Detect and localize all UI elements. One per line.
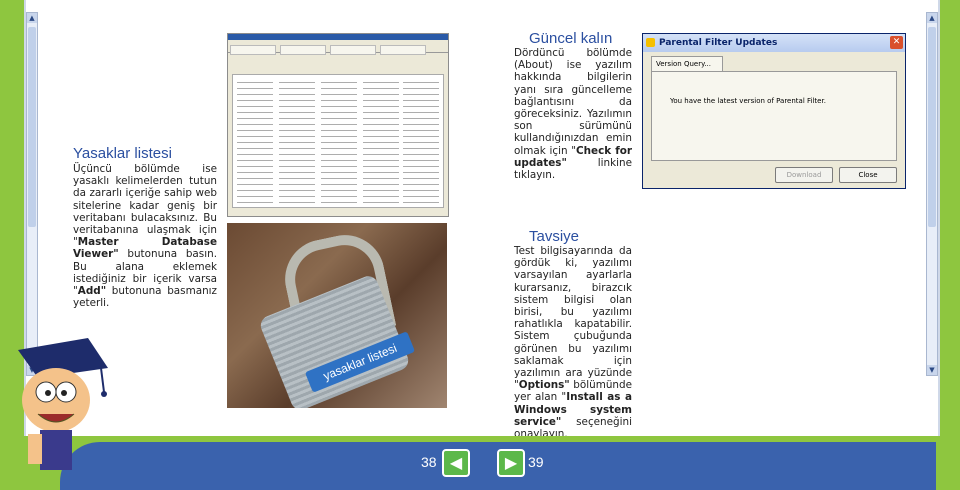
section-title-blacklist: Yasaklar listesi [73,145,172,162]
page-number-right: 39 [528,454,544,470]
section-body-tip: Test bilgisayarında da gördük ki, yazılı… [514,245,632,441]
close-button[interactable]: Close [839,167,897,183]
scroll-up-icon[interactable]: ▲ [27,13,37,23]
padlock-photo: yasaklar listesi [227,223,447,408]
section-title-update: Güncel kalın [529,30,613,47]
section-body-update: Dördüncü bölümde (About) ise yazılım hak… [514,47,632,182]
mascot-illustration [18,338,108,470]
dialog-title-bar: Parental Filter Updates ✕ [643,34,905,52]
database-viewer-screenshot [227,33,449,217]
scroll-down-icon[interactable]: ▼ [927,365,937,375]
section-title-tip: Tavsiye [529,228,580,245]
right-scrollbar[interactable]: ▲ ▼ [926,12,938,376]
app-icon [646,38,655,47]
close-icon[interactable]: ✕ [890,36,903,49]
dialog-panel: You have the latest version of Parental … [651,71,897,161]
arrow-left-icon[interactable]: ◀ [442,449,470,477]
left-scrollbar[interactable]: ▲ ▼ [26,12,38,376]
scroll-up-icon[interactable]: ▲ [927,13,937,23]
parental-filter-updates-dialog: Parental Filter Updates ✕ Version Query.… [642,33,906,189]
dialog-message: You have the latest version of Parental … [670,97,826,105]
page-number-left: 38 [421,454,437,470]
tab-version-query[interactable]: Version Query... [651,56,723,71]
dialog-title: Parental Filter Updates [659,38,778,48]
section-body-blacklist: Üçüncü bölümde ise yasaklı kelimelerden … [73,163,217,310]
arrow-right-icon[interactable]: ▶ [497,449,525,477]
scroll-thumb[interactable] [28,27,36,227]
download-button[interactable]: Download [775,167,833,183]
scroll-thumb[interactable] [928,27,936,227]
